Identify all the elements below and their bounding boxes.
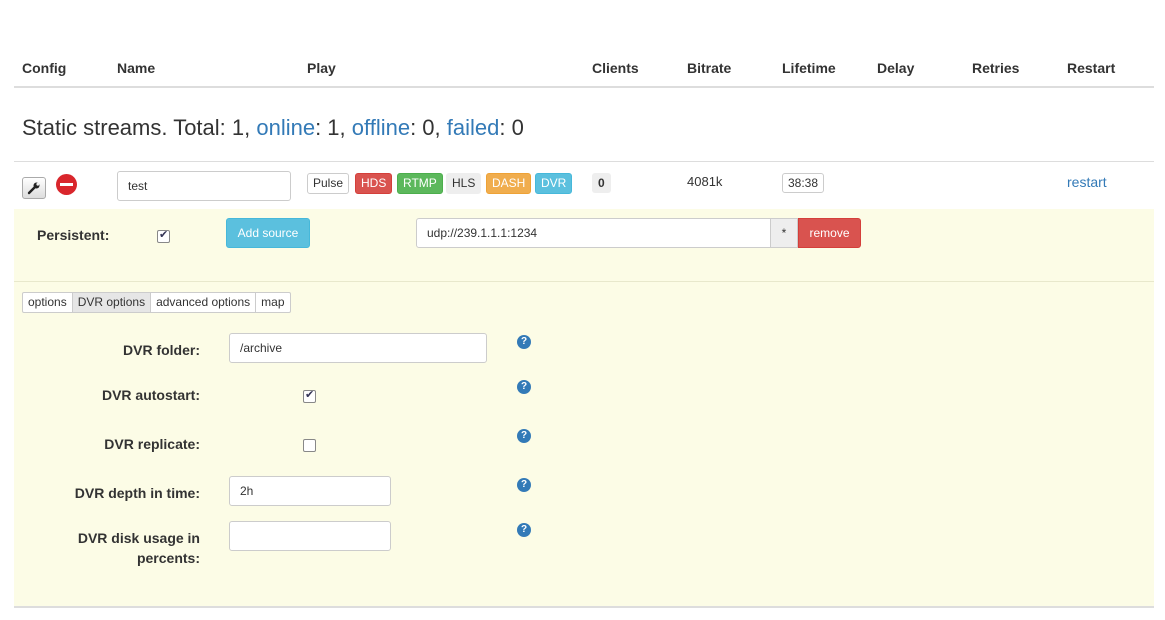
dvr-autostart-label: DVR autostart: (101, 387, 200, 403)
dvr-depth-label: DVR depth in time: (74, 485, 200, 501)
summary-prefix: Static streams. Total: 1, (22, 115, 257, 140)
add-source-button[interactable]: Add source (226, 218, 310, 248)
remove-source-button[interactable]: remove (798, 218, 861, 248)
play-hls-badge[interactable]: HLS (446, 173, 482, 194)
bottom-divider (14, 606, 1154, 608)
header-divider (14, 86, 1154, 88)
col-lifetime: Lifetime (782, 60, 836, 76)
tab-options[interactable]: options (23, 293, 73, 312)
clients-count-badge: 0 (592, 173, 611, 193)
col-config: Config (22, 60, 67, 76)
play-hds-badge[interactable]: HDS (355, 173, 393, 194)
dvr-replicate-checkbox[interactable] (303, 439, 316, 452)
col-delay: Delay (877, 60, 915, 76)
help-icon[interactable]: ? (517, 335, 531, 349)
help-icon[interactable]: ? (517, 523, 531, 537)
restart-link[interactable]: restart (1067, 174, 1107, 190)
tab-advanced-options[interactable]: advanced options (151, 293, 257, 312)
online-link[interactable]: online (256, 115, 315, 140)
col-bitrate: Bitrate (687, 60, 732, 76)
online-count: : 1, (315, 115, 352, 140)
persistent-label: Persistent: (37, 227, 110, 243)
play-dash-badge[interactable]: DASH (486, 173, 532, 194)
dvr-disk-usage-label-line2: percents: (136, 550, 200, 566)
row-divider (14, 161, 1154, 162)
wrench-icon (27, 182, 40, 195)
col-restart: Restart (1067, 60, 1116, 76)
failed-link[interactable]: failed (447, 115, 500, 140)
dvr-autostart-checkbox[interactable] (303, 388, 316, 403)
offline-link[interactable]: offline (352, 115, 410, 140)
bitrate-value: 4081k (687, 174, 723, 189)
source-url-input[interactable] (416, 218, 771, 248)
help-icon[interactable]: ? (517, 429, 531, 443)
lifetime-value: 38:38 (782, 173, 825, 193)
tab-map[interactable]: map (256, 293, 289, 312)
dvr-replicate-label: DVR replicate: (104, 436, 200, 452)
dvr-disk-usage-input[interactable] (229, 521, 391, 551)
failed-count: : 0 (499, 115, 524, 140)
col-retries: Retries (972, 60, 1020, 76)
col-play: Play (307, 60, 336, 76)
stream-name-input[interactable] (117, 171, 291, 201)
col-name: Name (117, 60, 156, 76)
play-pulse-badge[interactable]: Pulse (307, 173, 350, 194)
config-button[interactable] (22, 177, 46, 199)
help-icon[interactable]: ? (517, 380, 531, 394)
col-clients: Clients (592, 60, 639, 76)
options-tabs: options DVR options advanced options map (22, 292, 291, 313)
play-rtmp-badge[interactable]: RTMP (397, 173, 443, 194)
play-dvr-badge[interactable]: DVR (535, 173, 573, 194)
dvr-folder-label: DVR folder: (123, 342, 200, 358)
streams-summary: Static streams. Total: 1, online: 1, off… (22, 115, 524, 141)
dvr-disk-usage-label-line1: DVR disk usage in (77, 530, 200, 546)
dvr-folder-input[interactable] (229, 333, 487, 363)
help-icon[interactable]: ? (517, 478, 531, 492)
source-option-button[interactable]: * (771, 218, 798, 248)
offline-count: : 0, (410, 115, 447, 140)
tab-dvr-options[interactable]: DVR options (72, 293, 152, 312)
delete-stream-button[interactable] (56, 174, 77, 195)
dvr-depth-input[interactable] (229, 476, 391, 506)
persistent-checkbox[interactable] (157, 228, 170, 243)
